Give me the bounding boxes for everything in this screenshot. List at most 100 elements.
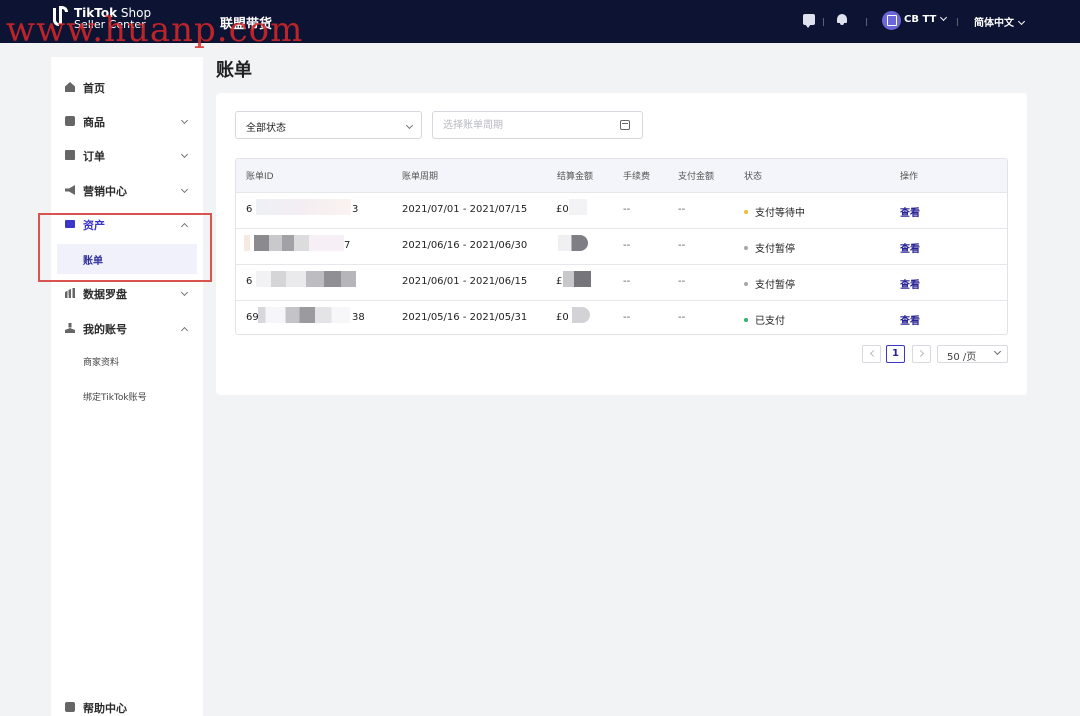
status-badge: 支付暂停 [744, 276, 795, 291]
sidebar-item-home[interactable]: 首页 [51, 75, 203, 99]
sidebar-item-label: 我的账号 [83, 323, 127, 336]
view-link[interactable]: 查看 [900, 276, 920, 291]
chevron-down-icon [990, 347, 1002, 359]
column-header: 结算金额 [557, 172, 594, 182]
column-header: 支付金额 [678, 172, 715, 182]
sidebar-item-label: 首页 [83, 82, 105, 95]
box-icon [65, 116, 75, 126]
divider [957, 18, 958, 26]
message-icon[interactable] [803, 14, 815, 28]
page-number-button[interactable]: 1 [886, 345, 905, 363]
megaphone-icon [65, 185, 75, 195]
next-page-button[interactable] [912, 345, 931, 363]
chevron-down-icon [177, 287, 189, 300]
status-filter-value: 全部状态 [246, 123, 286, 134]
status-text: 支付等待中 [755, 208, 805, 219]
divider [866, 18, 867, 26]
settlement-amount: £0 [556, 204, 569, 215]
avatar[interactable] [882, 11, 901, 30]
sidebar-item-products[interactable]: 商品 [51, 109, 203, 133]
redacted-region [244, 235, 344, 251]
calendar-icon[interactable] [620, 120, 630, 130]
bill-id-end: 3 [352, 204, 359, 215]
table-row: 6 2021/06/01 - 2021/06/15 £ -- -- 支付暂停 查… [236, 264, 1007, 300]
redacted-region [572, 307, 590, 323]
sidebar-item-data-compass[interactable]: 数据罗盘 [51, 281, 203, 305]
status-text: 支付暂停 [755, 244, 795, 255]
sidebar-subitem-label: 绑定TikTok账号 [83, 393, 147, 403]
bill-period-input[interactable] [434, 113, 614, 137]
sidebar-item-label: 营销中心 [83, 185, 127, 198]
chevron-left-icon [869, 349, 878, 358]
chevron-up-icon [177, 322, 189, 335]
column-header: 账单周期 [402, 172, 439, 182]
column-header: 账单ID [246, 172, 274, 182]
view-link[interactable]: 查看 [900, 312, 920, 327]
bill-id-end: 38 [352, 312, 365, 323]
bill-id-start: 6 [246, 204, 253, 215]
column-header: 手续费 [623, 172, 651, 182]
redacted-region [258, 307, 350, 323]
chevron-down-icon [177, 149, 189, 162]
language-selector[interactable]: 简体中文 [974, 14, 1026, 29]
bar-chart-icon [65, 288, 75, 298]
view-link[interactable]: 查看 [900, 240, 920, 255]
fee: -- [623, 312, 631, 323]
bill-period: 2021/07/01 - 2021/07/15 [402, 204, 528, 215]
home-icon [65, 82, 75, 92]
bill-period: 2021/05/16 - 2021/05/31 [402, 312, 528, 323]
sidebar-item-my-account[interactable]: 我的账号 [51, 316, 203, 340]
view-link[interactable]: 查看 [900, 204, 920, 219]
chevron-down-icon [1017, 17, 1026, 26]
redacted-region [569, 199, 587, 215]
paid-amount: -- [678, 204, 686, 215]
page-size-select[interactable]: 50 /页 [937, 345, 1008, 363]
sidebar-subitem-bind-tiktok[interactable]: 绑定TikTok账号 [57, 382, 197, 412]
redacted-region [256, 199, 351, 215]
sidebar: 首页 商品 订单 营销中心 资产 账单 数据罗盘 我的账号 商家资料 绑定Tik… [51, 57, 203, 716]
tiktok-note-icon [50, 6, 70, 32]
status-badge: 支付暂停 [744, 240, 795, 255]
bill-period: 2021/06/16 - 2021/06/30 [402, 240, 528, 251]
status-dot [744, 318, 748, 322]
redacted-region [563, 271, 591, 287]
table-row: 7 2021/06/16 - 2021/06/30 -- -- 支付暂停 查看 [236, 228, 1007, 264]
chevron-down-icon [177, 184, 189, 197]
sidebar-item-label: 数据罗盘 [83, 288, 127, 301]
user-icon [65, 323, 75, 333]
sidebar-item-help[interactable]: 帮助中心 [51, 695, 203, 716]
status-dot [744, 246, 748, 250]
status-filter-select[interactable]: 全部状态 [235, 111, 422, 139]
sidebar-item-label: 商品 [83, 116, 105, 129]
sidebar-item-orders[interactable]: 订单 [51, 143, 203, 167]
status-text: 支付暂停 [755, 280, 795, 291]
top-bar: TikTok Shop Seller Center 联盟带货 CB TT 简体中… [0, 0, 1080, 43]
prev-page-button[interactable] [862, 345, 881, 363]
page-size-value: 50 /页 [947, 352, 977, 363]
status-badge: 已支付 [744, 312, 785, 327]
fee: -- [623, 204, 631, 215]
bills-table: 账单ID 账单周期 结算金额 手续费 支付金额 状态 操作 6 3 2021/0… [235, 158, 1008, 335]
status-dot [744, 282, 748, 286]
column-header: 操作 [900, 172, 919, 182]
sidebar-item-marketing[interactable]: 营销中心 [51, 178, 203, 202]
app-title: 联盟带货 [220, 17, 273, 32]
fee: -- [623, 240, 631, 251]
tiktok-shop-logo[interactable]: TikTok Shop Seller Center [50, 6, 151, 32]
order-icon [65, 150, 75, 160]
logo-line2: Seller Center [74, 18, 146, 31]
bill-period-picker[interactable] [432, 111, 643, 139]
user-menu[interactable]: CB TT [904, 13, 948, 25]
settlement-amount: £0 [556, 312, 569, 323]
status-badge: 支付等待中 [744, 204, 805, 219]
redacted-region [558, 235, 588, 251]
bell-icon[interactable] [836, 13, 848, 25]
paid-amount: -- [678, 240, 686, 251]
settlement-amount: £ [556, 276, 563, 287]
divider [823, 18, 824, 26]
fee: -- [623, 276, 631, 287]
sidebar-subitem-label: 商家资料 [83, 358, 120, 368]
bill-id-start: 69 [246, 312, 259, 323]
sidebar-subitem-merchant-profile[interactable]: 商家资料 [57, 347, 197, 377]
redacted-region [256, 271, 356, 287]
